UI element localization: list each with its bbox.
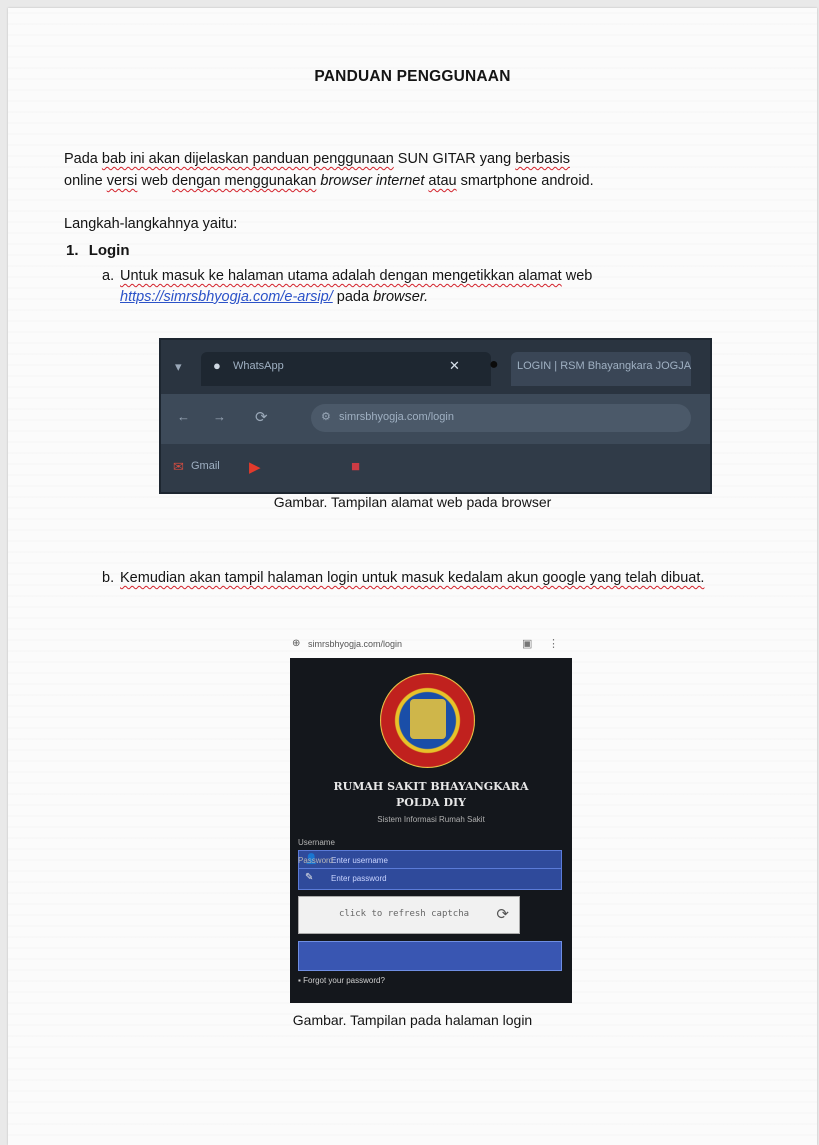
list-item-a: a. Untuk masuk ke halaman utama adalah d… [102, 266, 750, 308]
section-number: 1. [66, 242, 79, 259]
list-item-b: b. Kemudian akan tampil halaman login un… [102, 568, 756, 589]
figure-caption-2: Gambar. Tampilan pada halaman login [292, 1012, 533, 1028]
document-page: PANDUAN PENGGUNAAN Pada bab ini akan dij… [8, 8, 817, 1145]
intro-text: dengan menggunakan [172, 173, 317, 189]
logo-emblem [410, 699, 446, 739]
web-address-link[interactable]: https://simrsbhyogja.com/e-arsip/ [120, 289, 333, 305]
bookmarks-bar: ✉ Gmail ▶ ■ [161, 444, 710, 492]
phone-url-text: simrsbhyogja.com/login [308, 639, 403, 649]
list-marker: b. [102, 570, 115, 586]
forgot-password-link[interactable]: ▪ Forgot your password? [298, 976, 385, 985]
forgot-password-text: Forgot your password? [303, 976, 385, 985]
intro-text: Pada [64, 151, 102, 167]
login-screenshot: RUMAH SAKIT BHAYANGKARA POLDA DIY Sistem… [290, 658, 572, 1003]
browser-address-bar: ← → ⟳ ⚙ simrsbhyogja.com/login [161, 394, 710, 444]
menu-icon[interactable]: ⋮ [548, 637, 559, 650]
lock-icon: ⊕ [292, 638, 301, 649]
checkbox-icon[interactable]: ▪ [298, 976, 301, 985]
login-subtitle: Sistem Informasi Rumah Sakit [377, 815, 485, 824]
section-label: Login [88, 242, 130, 259]
tabs-icon[interactable]: ▣ [522, 637, 532, 650]
key-icon: ✎ [305, 872, 314, 883]
intro-text: atau [428, 173, 457, 189]
username-label: Username [298, 838, 335, 847]
figure-caption-1: Gambar. Tampilan alamat web pada browser [273, 494, 552, 510]
url-field[interactable]: ⚙ simrsbhyogja.com/login [311, 404, 691, 432]
hospital-name: RUMAH SAKIT BHAYANGKARA [333, 780, 529, 793]
intro-text: berbasis [515, 151, 570, 167]
intro-text: online [64, 173, 107, 189]
item-text: web [561, 268, 593, 284]
hospital-logo [380, 673, 475, 768]
intro-paragraph: Pada bab ini akan dijelaskan panduan pen… [64, 148, 744, 192]
password-placeholder: Enter password [331, 874, 387, 883]
hospital-region: POLDA DIY [395, 796, 467, 809]
refresh-icon[interactable]: ⟳ [496, 905, 509, 923]
browser-tab-bar: ▾ ● WhatsApp ✕ ● LOGIN | RSM Bhayangkara… [161, 340, 710, 394]
item-text: browser. [373, 289, 429, 305]
item-text: pada [332, 289, 374, 305]
tab-label: LOGIN | RSM Bhayangkara JOGJA [517, 360, 692, 372]
intro-text: SUN GITAR yang [393, 151, 516, 167]
whatsapp-icon: ● [213, 358, 221, 373]
site-favicon-icon: ● [489, 356, 499, 373]
bookmark-icon[interactable]: ■ [351, 458, 360, 475]
url-text: simrsbhyogja.com/login [339, 411, 454, 423]
forward-arrow-icon[interactable]: → [213, 409, 226, 424]
item-text: Kemudian akan tampil halaman login untuk… [120, 570, 705, 586]
browser-screenshot: ▾ ● WhatsApp ✕ ● LOGIN | RSM Bhayangkara… [159, 338, 712, 494]
site-settings-icon: ⚙ [321, 411, 331, 423]
intro-text: browser internet [316, 173, 425, 189]
chevron-down-icon: ▾ [175, 359, 182, 374]
username-placeholder: Enter username [331, 856, 388, 865]
intro-text: smartphone android. [456, 173, 594, 189]
password-label: Password [298, 856, 334, 865]
close-icon[interactable]: ✕ [449, 358, 460, 374]
password-input[interactable]: ✎ Enter password [298, 868, 562, 890]
intro-text: versi [106, 173, 138, 189]
back-arrow-icon[interactable]: ← [177, 409, 190, 424]
captcha-box[interactable]: click to refresh captcha ⟳ [298, 896, 520, 934]
youtube-icon[interactable]: ▶ [249, 458, 261, 476]
page-title: PANDUAN PENGGUNAAN [314, 68, 511, 85]
intro-text: web [137, 173, 173, 189]
gmail-icon: ✉ [173, 459, 184, 474]
intro-text: bab ini akan dijelaskan panduan pengguna… [101, 151, 394, 167]
list-marker: a. [102, 268, 115, 284]
login-button[interactable] [298, 941, 562, 971]
item-text: Untuk masuk ke halaman utama adalah deng… [120, 268, 562, 284]
phone-url-bar: ⊕ simrsbhyogja.com/login ▣ ⋮ [290, 635, 572, 657]
bookmark-label[interactable]: Gmail [191, 460, 220, 472]
captcha-text: click to refresh captcha [339, 909, 470, 919]
reload-icon[interactable]: ⟳ [255, 408, 268, 426]
tab-label: WhatsApp [233, 360, 284, 372]
steps-intro: Langkah-langkahnya yaitu: [64, 216, 238, 232]
section-heading: 1. Login [66, 242, 130, 259]
